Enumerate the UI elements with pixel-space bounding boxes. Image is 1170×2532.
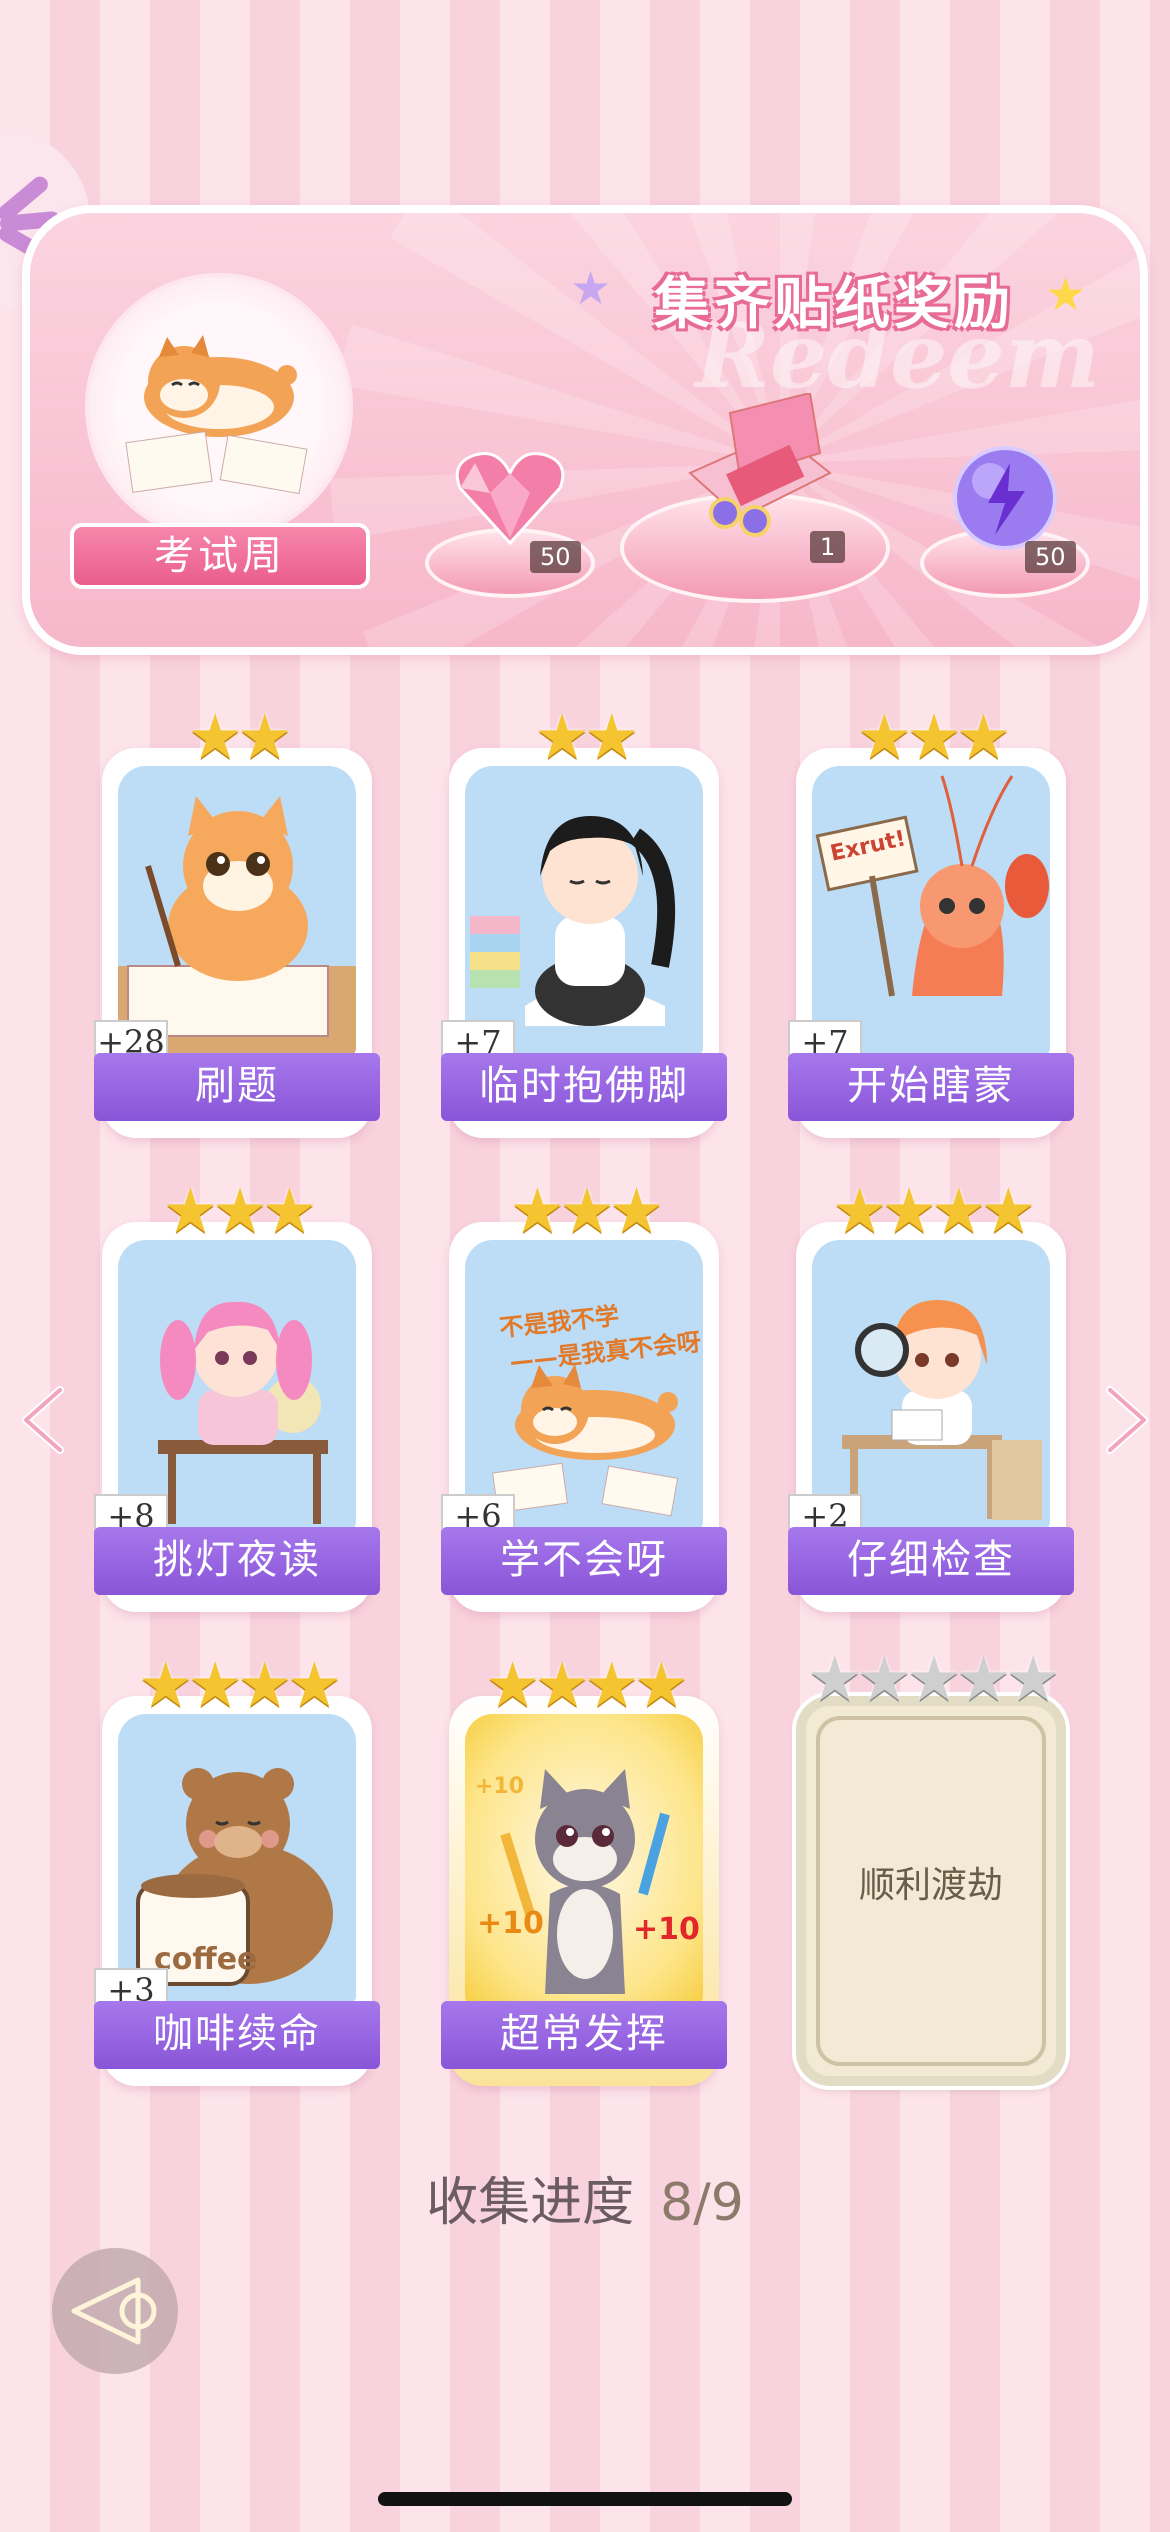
purple-energy-orb-icon [953,446,1057,550]
sticker-art-shrimp-sign: Exrut! [812,766,1050,1056]
girl-lamp-icon [158,1301,328,1524]
back-arrow-icon [71,2277,157,2345]
collection-progress: 收集进度 8/9 [0,2160,1170,2235]
sticker-art-girl-magnifier [812,1240,1050,1530]
girl-magnifier-icon [842,1300,1042,1520]
reward-count: 50 [530,541,581,573]
sticker-name: 挑灯夜读 [94,1527,380,1595]
prev-arrow-icon[interactable] [14,1380,74,1460]
sticker-card[interactable]: ★★★★ +10 +10 +10 超常发挥 [441,1654,727,2086]
star-rating: ★★ [187,700,292,773]
sticker-name: 临时抱佛脚 [441,1053,727,1121]
theme-image-circle [85,273,353,541]
sticker-art-girl-lamp [118,1240,356,1530]
star-rating: ★★★ [162,1174,318,1247]
sticker-name: 咖啡续命 [94,2001,380,2069]
star-rating: ★★★★★ [807,1642,1061,1715]
sticker-name: 开始瞎蒙 [788,1053,1074,1121]
reward-panel: Redeem ★ 集齐贴纸奖励 ★ 考试周 50 1 50 [22,205,1148,655]
shrimp-icon [815,775,1049,997]
star-icon: ★ [570,261,612,315]
star-rating: ★★ [534,700,639,773]
next-arrow-icon[interactable] [1096,1380,1156,1460]
star-rating: ★★★★ [484,1648,689,1721]
back-button[interactable] [52,2248,178,2374]
star-rating: ★★★★ [831,1174,1036,1247]
bonus-text: +10 [475,1774,525,1799]
sticker-name: 学不会呀 [441,1527,727,1595]
reward-count: 50 [1025,541,1076,573]
star-rating: ★★★★ [137,1648,342,1721]
sticker-name: 超常发挥 [441,2001,727,2069]
theme-name-banner: 考试周 [70,523,370,589]
sticker-card[interactable]: ★★★ Exrut! +7 开始瞎蒙 [788,706,1074,1138]
bonus-text: +10 [633,1912,700,1947]
sticker-card[interactable]: ★★★ 不是我不学 ——是我真不会呀 +6 学不会呀 [441,1180,727,1612]
sticker-art-cat-studying [118,766,356,1056]
sticker-card[interactable]: ★★★★ coffee +3 咖啡续命 [94,1654,380,2086]
pink-heart-gem-icon [455,452,565,546]
star-icon: ★ [1045,267,1087,321]
gift-box-icon [688,393,832,537]
bonus-text: +10 [477,1906,544,1941]
star-rating: ★★★ [509,1174,665,1247]
cup-text: coffee [154,1942,258,1977]
sticker-name: 刷题 [94,1053,380,1121]
sticker-art-bear-coffee: coffee [118,1714,356,2004]
sticker-art-girl-reading [465,766,703,1056]
locked-sticker-card[interactable]: ★★★★★ 顺利渡劫 [796,1648,1066,2086]
shiba-sleeping-icon [125,335,308,495]
progress-label: 收集进度 [426,2173,635,2233]
girl-icon [470,816,676,1026]
reward-title-area: ★ 集齐贴纸奖励 ★ [570,253,1090,337]
sticker-name: 顺利渡劫 [858,1865,1003,1906]
home-indicator [378,2492,792,2506]
cat-pencil-icon [500,1769,670,1994]
sticker-art-cat-pencil: +10 +10 +10 [465,1714,703,2004]
progress-value: 8/9 [660,2173,744,2233]
star-rating: ★★★ [856,700,1012,773]
sticker-card[interactable]: ★★ +7 临时抱佛脚 [441,706,727,1138]
reward-count: 1 [810,531,846,563]
shiba-icon [491,1364,679,1517]
sticker-card[interactable]: ★★ +28 刷题 [94,706,380,1138]
sticker-card[interactable]: ★★★ +8 挑灯夜读 [94,1180,380,1612]
reward-title: 集齐贴纸奖励 [654,272,1014,337]
sticker-name: 仔细检查 [788,1527,1074,1595]
cat-icon [118,796,356,1056]
sticker-art-shiba-lying: 不是我不学 ——是我真不会呀 [465,1240,703,1530]
sticker-card[interactable]: ★★★★ +2 仔细检查 [788,1180,1074,1612]
